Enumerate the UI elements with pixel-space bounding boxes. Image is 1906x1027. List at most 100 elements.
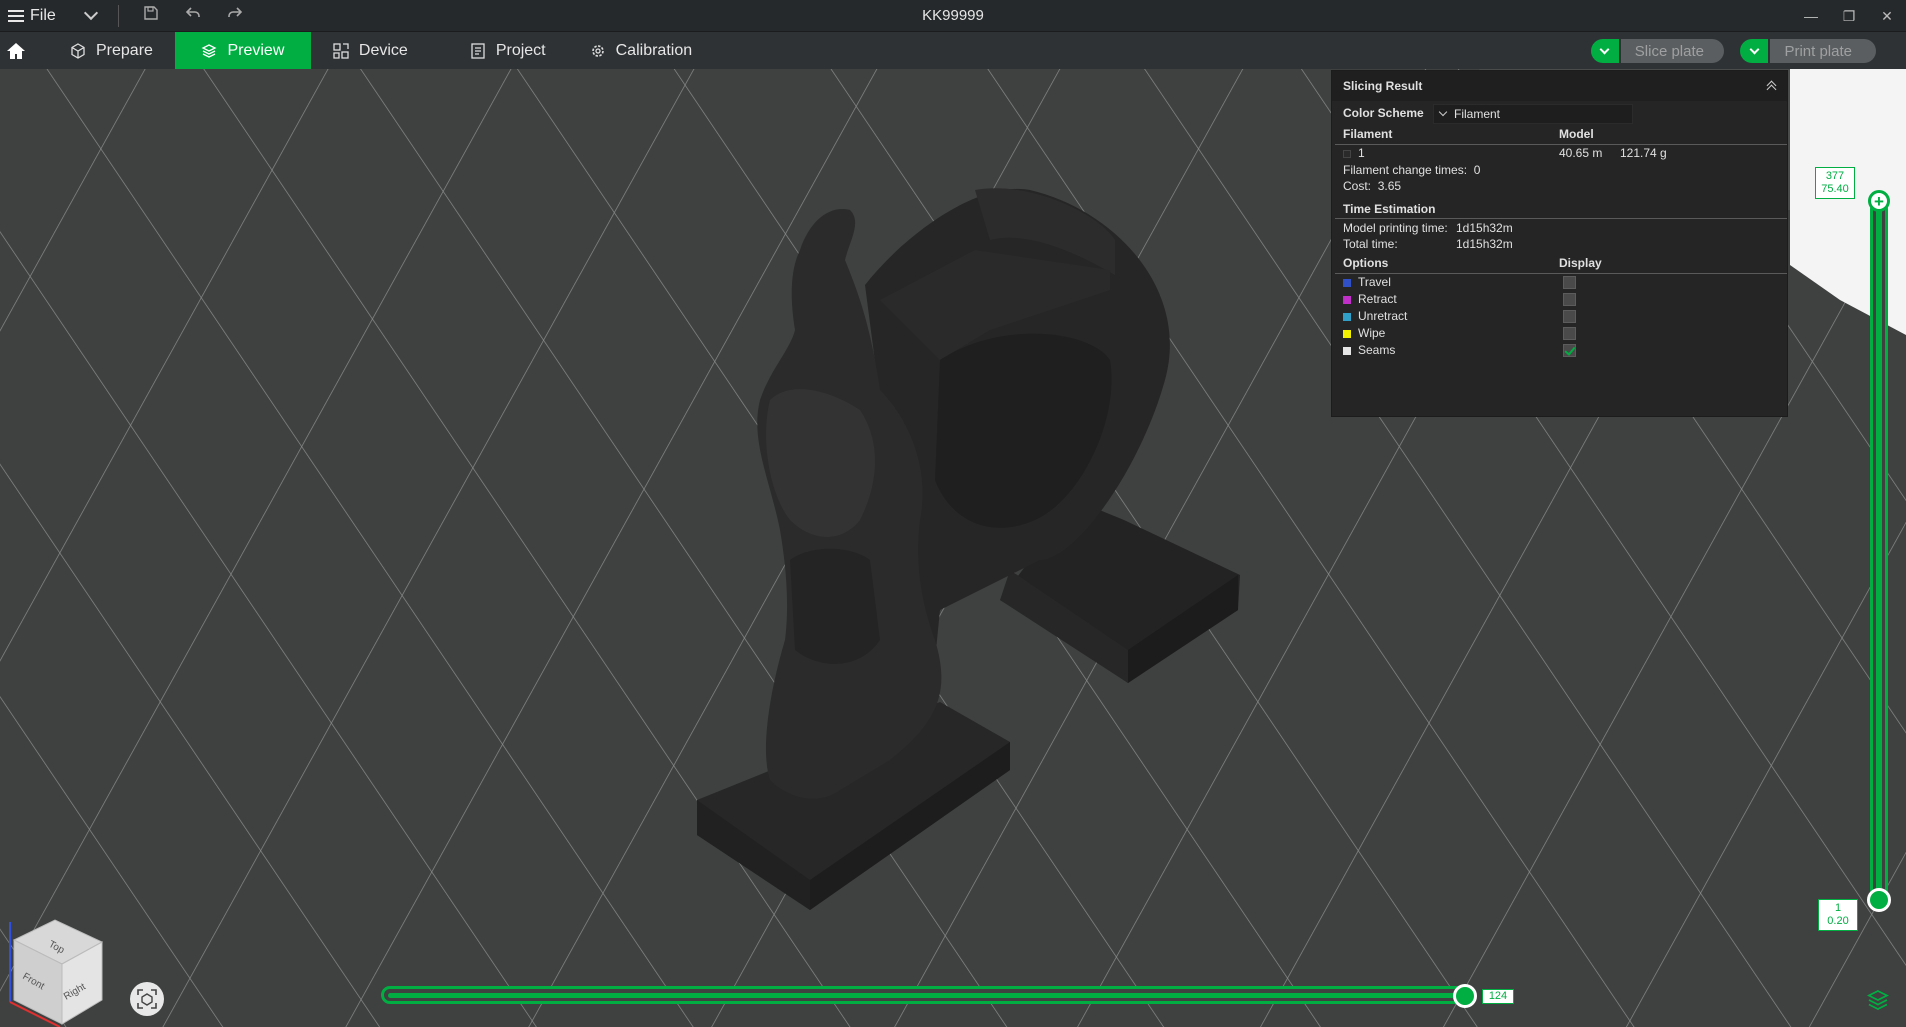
option-retract-label: Retract bbox=[1358, 292, 1397, 306]
filament-id: 1 bbox=[1358, 146, 1365, 160]
option-seams: Seams bbox=[1343, 343, 1395, 357]
hamburger-icon bbox=[8, 9, 24, 22]
model-print-time-label: Model printing time: bbox=[1343, 221, 1448, 235]
redo-icon[interactable] bbox=[225, 5, 245, 26]
window-controls: — ❐ ✕ bbox=[1792, 0, 1906, 32]
move-slider-handle[interactable] bbox=[1453, 984, 1477, 1008]
filament-weight: 121.74 g bbox=[1620, 146, 1667, 160]
window-title: KK99999 bbox=[922, 7, 984, 24]
wipe-display-checkbox[interactable] bbox=[1563, 327, 1576, 340]
slicing-result-panel: Slicing Result Color Scheme Filament Fil… bbox=[1331, 70, 1788, 417]
undo-icon[interactable] bbox=[183, 5, 203, 26]
print-plate-button[interactable]: Print plate bbox=[1770, 39, 1876, 63]
fit-view-button[interactable] bbox=[130, 982, 164, 1016]
seams-swatch bbox=[1343, 346, 1351, 355]
retract-display-checkbox[interactable] bbox=[1563, 293, 1576, 306]
print-plate-dropdown[interactable] bbox=[1740, 39, 1769, 63]
chevron-down-icon bbox=[1599, 44, 1610, 54]
chevron-down-icon[interactable] bbox=[83, 5, 98, 20]
print-plate-group: Print plate bbox=[1740, 39, 1876, 63]
divider bbox=[1335, 273, 1787, 274]
divider bbox=[1335, 144, 1787, 145]
tab-preview[interactable]: Preview bbox=[174, 32, 311, 69]
bottom-layer-height: 0.20 bbox=[1827, 915, 1849, 927]
fit-view-icon bbox=[137, 989, 157, 1009]
option-wipe: Wipe bbox=[1343, 326, 1385, 340]
slice-plate-button[interactable]: Slice plate bbox=[1620, 39, 1724, 63]
retract-swatch bbox=[1343, 295, 1351, 304]
layer-bottom-label: 1 0.20 bbox=[1818, 899, 1858, 931]
tab-prepare[interactable]: Prepare bbox=[48, 32, 175, 69]
unretract-swatch bbox=[1343, 312, 1351, 321]
tab-device[interactable]: Device bbox=[311, 32, 430, 69]
divider bbox=[1335, 218, 1787, 219]
option-seams-label: Seams bbox=[1358, 343, 1396, 357]
filament-change-row: Filament change times: 0 bbox=[1343, 163, 1480, 177]
slice-plate-dropdown[interactable] bbox=[1590, 39, 1619, 63]
total-time-label: Total time: bbox=[1343, 237, 1398, 251]
device-icon bbox=[333, 42, 349, 59]
panel-header: Slicing Result bbox=[1332, 71, 1787, 101]
top-layer-number: 377 bbox=[1825, 170, 1845, 182]
layer-slider-bottom-handle[interactable] bbox=[1867, 888, 1891, 912]
display-header: Display bbox=[1559, 256, 1602, 270]
layer-slider-fill bbox=[1876, 205, 1882, 893]
home-icon[interactable] bbox=[0, 32, 32, 69]
tab-calibration[interactable]: Calibration bbox=[568, 32, 714, 69]
travel-display-checkbox[interactable] bbox=[1563, 276, 1576, 289]
cost-row: Cost: 3.65 bbox=[1343, 179, 1401, 193]
layer-slider-top-handle[interactable]: + bbox=[1868, 190, 1890, 212]
option-unretract-label: Unretract bbox=[1358, 309, 1408, 323]
option-unretract: Unretract bbox=[1343, 309, 1407, 323]
tab-prepare-label: Prepare bbox=[96, 41, 153, 59]
restore-icon[interactable]: ❐ bbox=[1830, 0, 1868, 32]
filament-change-value: 0 bbox=[1473, 163, 1481, 177]
color-scheme-label: Color Scheme bbox=[1343, 106, 1424, 120]
seams-display-checkbox[interactable] bbox=[1563, 344, 1576, 357]
project-icon bbox=[471, 42, 485, 59]
view-cube[interactable]: Top Front Right bbox=[0, 900, 110, 1027]
top-layer-height: 75.40 bbox=[1821, 183, 1849, 195]
move-slider-value: 124 bbox=[1482, 989, 1514, 1004]
bottom-layer-number: 1 bbox=[1834, 902, 1842, 914]
travel-swatch bbox=[1343, 278, 1351, 287]
model-print-time-value: 1d15h32m bbox=[1456, 221, 1513, 235]
cube-icon bbox=[71, 42, 85, 59]
unretract-display-checkbox[interactable] bbox=[1563, 310, 1576, 323]
tab-device-label: Device bbox=[358, 41, 408, 59]
tab-project[interactable]: Project bbox=[448, 32, 568, 69]
filament-header: Filament bbox=[1343, 127, 1393, 141]
slice-plate-group: Slice plate bbox=[1590, 39, 1724, 63]
app-window: File KK99999 — ❐ ✕ Prepare Preview Devic… bbox=[0, 0, 1906, 1027]
option-wipe-label: Wipe bbox=[1358, 326, 1386, 340]
option-travel: Travel bbox=[1343, 275, 1391, 289]
option-retract: Retract bbox=[1343, 292, 1397, 306]
filament-swatch bbox=[1343, 149, 1351, 158]
collapse-icon[interactable] bbox=[1767, 81, 1777, 91]
cost-label: Cost: bbox=[1343, 179, 1372, 193]
move-slider-fill bbox=[388, 993, 1463, 998]
tab-calibration-label: Calibration bbox=[615, 41, 693, 59]
chevron-down-icon bbox=[1438, 107, 1448, 117]
option-travel-label: Travel bbox=[1358, 275, 1391, 289]
total-time-value: 1d15h32m bbox=[1456, 237, 1513, 251]
time-estimation-header: Time Estimation bbox=[1343, 202, 1436, 216]
filament-change-label: Filament change times: bbox=[1343, 163, 1468, 177]
calibration-icon bbox=[591, 44, 604, 57]
wipe-swatch bbox=[1343, 329, 1351, 338]
layers-icon[interactable] bbox=[1866, 988, 1890, 1012]
filament-row: 1 bbox=[1343, 146, 1365, 160]
cost-value: 3.65 bbox=[1377, 179, 1402, 193]
tab-project-label: Project bbox=[495, 41, 546, 59]
minimize-icon[interactable]: — bbox=[1792, 0, 1830, 32]
file-menu[interactable]: File bbox=[0, 0, 56, 32]
color-scheme-select[interactable]: Filament bbox=[1433, 104, 1633, 124]
file-menu-label: File bbox=[30, 6, 56, 24]
tab-preview-label: Preview bbox=[227, 41, 285, 59]
save-icon[interactable] bbox=[141, 5, 161, 26]
chevron-down-icon bbox=[1749, 44, 1760, 54]
title-bar: File KK99999 — ❐ ✕ bbox=[0, 0, 1906, 32]
color-scheme-value: Filament bbox=[1454, 107, 1501, 121]
close-icon[interactable]: ✕ bbox=[1868, 0, 1906, 32]
options-header: Options bbox=[1343, 256, 1389, 270]
